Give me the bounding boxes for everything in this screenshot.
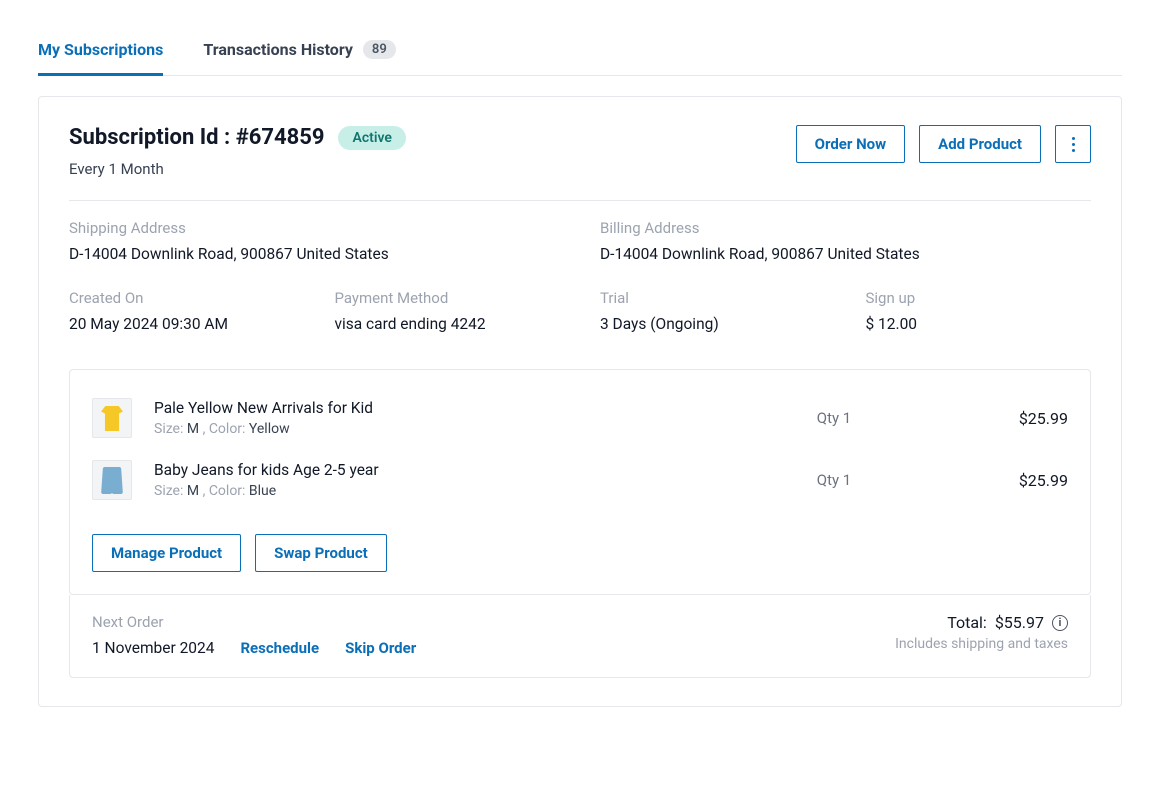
product-price: $25.99 [928,471,1068,490]
product-info: Pale Yellow New Arrivals for Kid Size: M… [154,399,740,437]
manage-product-button[interactable]: Manage Product [92,534,241,572]
product-row: Pale Yellow New Arrivals for Kid Size: M… [92,392,1068,454]
tab-transactions-history-label: Transactions History [203,40,353,59]
product-meta: Size: M , Color: Blue [154,483,740,499]
created-on-block: Created On 20 May 2024 09:30 AM [69,289,295,333]
meta-grid: Created On 20 May 2024 09:30 AM Payment … [69,289,1091,333]
shipping-address-block: Shipping Address D-14004 Downlink Road, … [69,219,560,263]
tab-my-subscriptions-label: My Subscriptions [38,40,163,59]
product-info: Baby Jeans for kids Age 2-5 year Size: M… [154,461,740,499]
signup-value: $ 12.00 [866,315,1092,333]
add-product-button[interactable]: Add Product [919,125,1041,163]
vertical-dots-icon [1072,137,1075,152]
product-actions: Manage Product Swap Product [92,534,1068,572]
next-order-block: Next Order 1 November 2024 Reschedule Sk… [92,613,416,657]
created-on-value: 20 May 2024 09:30 AM [69,315,295,333]
product-qty: Qty 1 [754,471,914,489]
product-qty: Qty 1 [754,409,914,427]
product-thumbnail [92,460,132,500]
trial-block: Trial 3 Days (Ongoing) [600,289,826,333]
more-actions-button[interactable] [1055,125,1091,163]
product-name: Pale Yellow New Arrivals for Kid [154,399,740,417]
product-meta: Size: M , Color: Yellow [154,421,740,437]
payment-method-block: Payment Method visa card ending 4242 [335,289,561,333]
shipping-address-label: Shipping Address [69,219,560,237]
subscription-heading: Subscription Id : #674859 Active Every 1… [69,125,406,178]
billing-address-value: D-14004 Downlink Road, 900867 United Sta… [600,245,1091,263]
address-grid: Shipping Address D-14004 Downlink Road, … [69,219,1091,263]
payment-method-label: Payment Method [335,289,561,307]
next-order-date: 1 November 2024 [92,639,214,657]
subscription-tabs: My Subscriptions Transactions History 89 [38,40,1122,76]
billing-address-block: Billing Address D-14004 Downlink Road, 9… [600,219,1091,263]
created-on-label: Created On [69,289,295,307]
product-row: Baby Jeans for kids Age 2-5 year Size: M… [92,454,1068,516]
order-total-block: Total: $55.97 i Includes shipping and ta… [895,613,1068,652]
info-icon[interactable]: i [1052,615,1068,631]
shipping-address-value: D-14004 Downlink Road, 900867 United Sta… [69,245,560,263]
skip-order-link[interactable]: Skip Order [345,639,416,657]
subscription-title: Subscription Id : #674859 [69,125,324,150]
trial-value: 3 Days (Ongoing) [600,315,826,333]
products-box: Pale Yellow New Arrivals for Kid Size: M… [69,369,1091,595]
next-order-footer: Next Order 1 November 2024 Reschedule Sk… [69,595,1091,678]
divider [69,200,1091,201]
status-badge: Active [338,126,405,150]
swap-product-button[interactable]: Swap Product [255,534,387,572]
product-name: Baby Jeans for kids Age 2-5 year [154,461,740,479]
tab-transactions-history[interactable]: Transactions History 89 [203,40,395,75]
next-order-label: Next Order [92,613,416,631]
reschedule-link[interactable]: Reschedule [240,639,319,657]
trial-label: Trial [600,289,826,307]
order-now-button[interactable]: Order Now [796,125,906,163]
product-thumbnail [92,398,132,438]
billing-address-label: Billing Address [600,219,1091,237]
total-label: Total: [947,613,987,632]
subscription-frequency: Every 1 Month [69,160,406,178]
total-note: Includes shipping and taxes [895,636,1068,652]
signup-label: Sign up [866,289,1092,307]
total-value: $55.97 [995,613,1044,632]
subscription-actions: Order Now Add Product [796,125,1091,163]
payment-method-value: visa card ending 4242 [335,315,561,333]
transactions-count-badge: 89 [363,40,396,59]
tab-my-subscriptions[interactable]: My Subscriptions [38,40,163,75]
subscription-card: Subscription Id : #674859 Active Every 1… [38,96,1122,707]
signup-block: Sign up $ 12.00 [866,289,1092,333]
product-price: $25.99 [928,409,1068,428]
